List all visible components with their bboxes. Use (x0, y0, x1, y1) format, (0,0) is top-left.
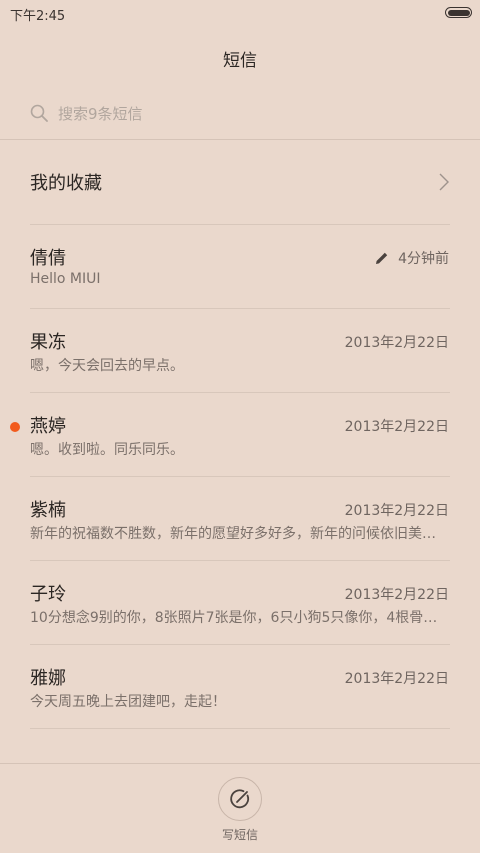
conversation-row[interactable]: 雅娜 2013年2月22日 今天周五晚上去团建吧，走起！ (0, 644, 480, 728)
battery-icon (445, 7, 472, 18)
message-time: 2013年2月22日 (344, 587, 449, 603)
page-title: 短信 (223, 51, 257, 71)
divider (30, 308, 450, 309)
message-preview: 嗯。收到啦。同乐同乐。 (30, 442, 184, 458)
message-preview: 嗯，今天会回去的早点。 (30, 358, 184, 374)
conversation-list: 倩倩 4分钟前 Hello MIUI 果冻 2013年2月22日 嗯，今天会回去… (0, 224, 480, 729)
compose-icon (230, 789, 250, 809)
contact-name: 紫楠 (30, 500, 66, 521)
divider (30, 728, 450, 729)
contact-name: 果冻 (30, 332, 66, 353)
contact-name: 雅娜 (30, 668, 66, 689)
message-time-text: 4分钟前 (398, 251, 449, 267)
search-input[interactable]: 搜索9条短信 (58, 103, 143, 124)
status-bar: 下午2:45 (0, 0, 480, 28)
divider (0, 763, 480, 764)
message-time: 2013年2月22日 (344, 419, 449, 435)
message-time: 2013年2月22日 (344, 335, 449, 351)
message-preview: 新年的祝福数不胜数，新年的愿望好多好多，新年的问候依旧美… (30, 526, 436, 542)
conversation-row[interactable]: 燕婷 2013年2月22日 嗯。收到啦。同乐同乐。 (0, 392, 480, 476)
divider (30, 224, 450, 225)
message-time: 2013年2月22日 (344, 671, 449, 687)
compose-button[interactable] (218, 777, 262, 821)
compose-label: 写短信 (221, 828, 258, 842)
message-preview: 10分想念9别的你，8张照片7张是你，6只小狗5只像你，4根骨… (30, 610, 438, 626)
contact-name: 子玲 (30, 584, 66, 605)
pencil-icon (376, 252, 388, 264)
search-bar[interactable]: 搜索9条短信 (30, 98, 450, 128)
divider (30, 560, 450, 561)
conversation-row[interactable]: 子玲 2013年2月22日 10分想念9别的你，8张照片7张是你，6只小狗5只像… (0, 560, 480, 644)
unread-indicator (10, 422, 20, 432)
message-preview: Hello MIUI (30, 271, 101, 287)
conversation-row[interactable]: 紫楠 2013年2月22日 新年的祝福数不胜数，新年的愿望好多好多，新年的问候依… (0, 476, 480, 560)
battery-fill (447, 9, 470, 16)
divider (30, 476, 450, 477)
chevron-right-icon (439, 173, 449, 191)
conversation-row[interactable]: 倩倩 4分钟前 Hello MIUI (0, 224, 480, 308)
message-time: 4分钟前 (375, 248, 449, 268)
message-time: 2013年2月22日 (344, 503, 449, 519)
status-time: 下午2:45 (10, 9, 66, 24)
favorites-item[interactable]: 我的收藏 (30, 140, 450, 224)
contact-name: 燕婷 (30, 416, 66, 437)
divider (30, 644, 450, 645)
divider (30, 392, 450, 393)
conversation-row[interactable]: 果冻 2013年2月22日 嗯，今天会回去的早点。 (0, 308, 480, 392)
list-end (0, 728, 480, 729)
search-icon (30, 104, 48, 122)
favorites-label: 我的收藏 (30, 173, 102, 194)
message-preview: 今天周五晚上去团建吧，走起！ (30, 694, 226, 710)
contact-name: 倩倩 (30, 248, 66, 269)
